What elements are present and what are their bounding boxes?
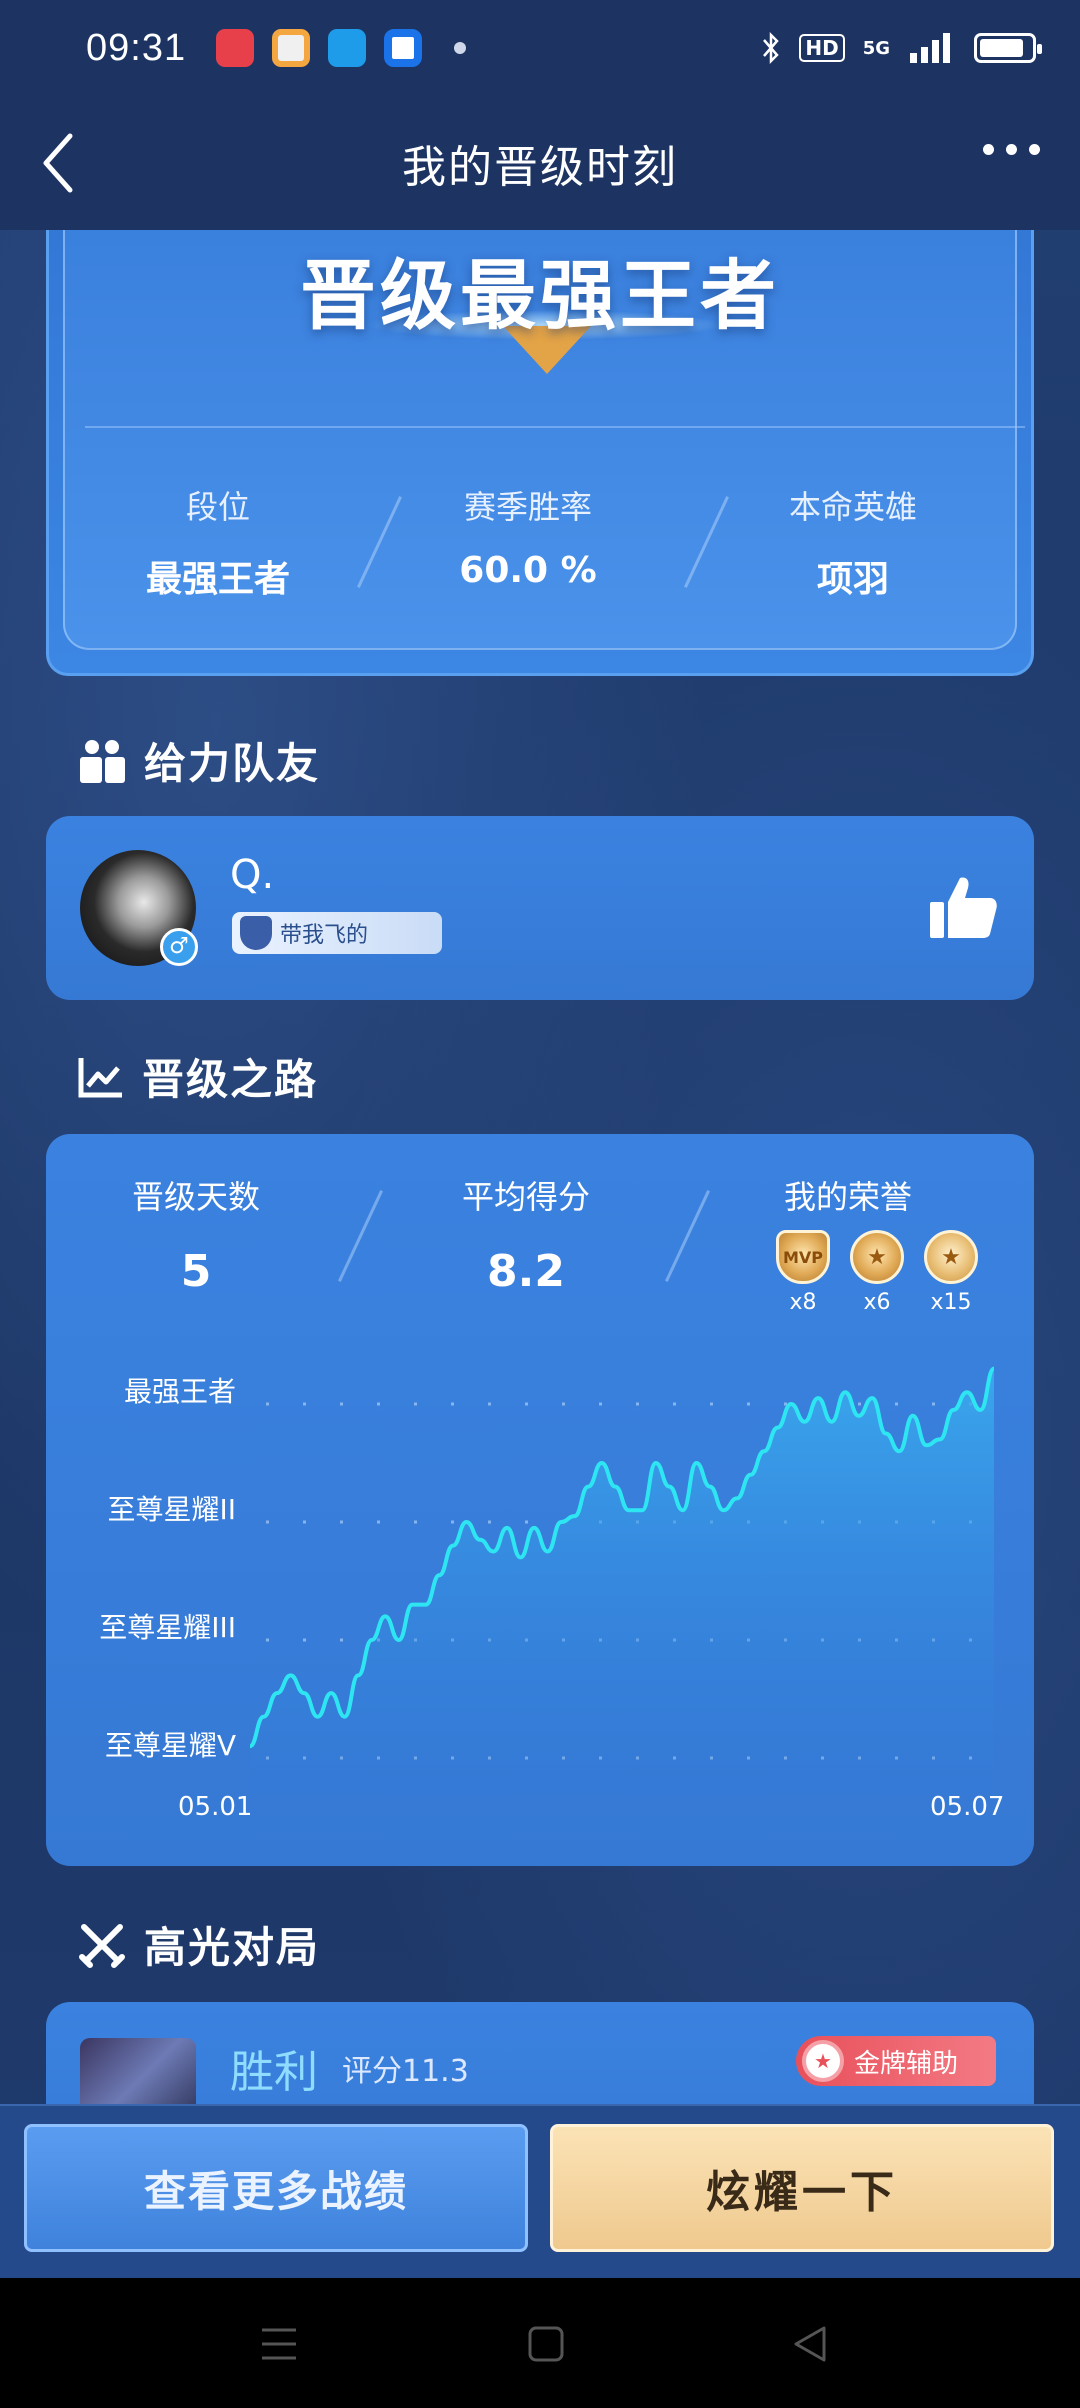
- stat-value: 60.0 %: [459, 550, 597, 591]
- view-more-records-button[interactable]: 查看更多战绩: [24, 2124, 528, 2252]
- stat-value: 5: [180, 1246, 212, 1297]
- back-triangle-icon[interactable]: [790, 2324, 830, 2364]
- show-off-button[interactable]: 炫耀一下: [550, 2124, 1054, 2252]
- stat-label: 段位: [185, 488, 250, 526]
- male-gender-icon: ♂: [160, 928, 198, 966]
- silver-medal-icon: ★: [924, 1230, 978, 1284]
- notification-icons: [216, 29, 467, 67]
- rank-progress-chart: 最强王者 至尊星耀II 至尊星耀III 至尊星耀V: [46, 1344, 1034, 1794]
- bluetooth-icon: [763, 31, 780, 65]
- trend-chart-icon: [78, 1057, 122, 1097]
- honor-medals: MVP x8 ★ x6 ★ x15: [774, 1230, 980, 1315]
- teammate-section-header: 给力队友: [78, 730, 320, 791]
- app-notification-icon: [216, 29, 255, 67]
- teammates-icon: [80, 739, 125, 783]
- award-badge: ★ 金牌辅助: [796, 2036, 996, 2086]
- shield-icon: [240, 916, 272, 950]
- gold-medal: ★ x6: [848, 1230, 906, 1315]
- stat-win-rate: 赛季胜率 60.0 %: [378, 482, 678, 591]
- section-title: 给力队友: [144, 739, 321, 788]
- medal-count: x6: [863, 1290, 891, 1315]
- stat-value: 8.2: [487, 1246, 565, 1297]
- page-title: 我的晋级时刻: [402, 142, 678, 193]
- status-bar: 09:31 HD 5G: [0, 0, 1080, 96]
- menu-icon[interactable]: [258, 2324, 300, 2364]
- stat-value: 最强王者: [145, 559, 290, 600]
- system-navigation-bar: [0, 2278, 1080, 2408]
- bottom-action-bar: 查看更多战绩 炫耀一下: [0, 2104, 1080, 2278]
- section-title: 高光对局: [144, 1923, 321, 1972]
- stat-honors: 我的荣誉: [698, 1172, 998, 1218]
- stat-label: 我的荣誉: [783, 1178, 912, 1216]
- stat-label: 赛季胜率: [463, 488, 592, 526]
- stat-label: 晋级天数: [131, 1178, 260, 1216]
- stat-label: 平均得分: [461, 1178, 590, 1216]
- stat-rank: 段位 最强王者: [68, 482, 368, 602]
- match-score: 评分11.3: [342, 2054, 469, 2089]
- stat-label: 本命英雄: [788, 488, 917, 526]
- x-axis-end-label: 05.07: [930, 1792, 1005, 1822]
- hd-badge: HD: [799, 34, 845, 62]
- gold-medal-icon: ★: [850, 1230, 904, 1284]
- stat-promotion-days: 晋级天数 5: [46, 1172, 346, 1297]
- network-type: 5G: [862, 37, 890, 59]
- home-icon[interactable]: [526, 2324, 566, 2364]
- crossed-swords-icon: [79, 1923, 125, 1968]
- back-arrow-icon[interactable]: [36, 130, 86, 196]
- medal-count: x8: [789, 1290, 817, 1315]
- signal-icon: [910, 33, 950, 63]
- status-time: 09:31: [86, 26, 187, 69]
- teammate-tag-label: 带我飞的: [280, 923, 369, 948]
- hero-card-frame: 晋级最强王者 段位 最强王者 赛季胜率 60.0 % 本命英雄 项羽: [63, 230, 1025, 650]
- mvp-medal: MVP x8: [774, 1230, 832, 1315]
- thumbs-up-icon[interactable]: [928, 872, 998, 942]
- stat-main-hero: 本命英雄 项羽: [703, 482, 1003, 602]
- progress-section-header: 晋级之路: [78, 1046, 318, 1107]
- mvp-medal-icon: MVP: [776, 1230, 830, 1284]
- hero-divider: [85, 426, 1025, 428]
- app-notification-icon: [272, 29, 311, 67]
- teammate-name: Q.: [230, 852, 275, 898]
- progress-card: 晋级天数 5 平均得分 8.2 我的荣誉 MVP x8 ★ x6 ★ x15 最…: [46, 1134, 1034, 1866]
- progress-line-chart: [249, 1366, 1006, 1794]
- more-options-icon[interactable]: [983, 144, 1040, 155]
- match-result: 胜利: [230, 2047, 318, 2098]
- section-title: 晋级之路: [142, 1055, 319, 1104]
- more-notifications-dot: [454, 42, 467, 54]
- highlight-section-header: 高光对局: [78, 1914, 320, 1975]
- battery-icon: [974, 33, 1042, 63]
- medal-count: x15: [930, 1290, 972, 1315]
- teammate-tag: 带我飞的: [232, 912, 442, 954]
- app-notification-icon: [328, 29, 367, 67]
- x-axis-start-label: 05.01: [178, 1792, 253, 1822]
- teammate-card[interactable]: ♂ Q. 带我飞的: [46, 816, 1034, 1000]
- promotion-title: 晋级最强王者: [300, 251, 780, 340]
- app-notification-icon: [384, 29, 423, 67]
- award-label: 金牌辅助: [854, 2048, 959, 2079]
- stat-average-score: 平均得分 8.2: [376, 1172, 676, 1297]
- silver-medal: ★ x15: [922, 1230, 980, 1315]
- star-medal-icon: ★: [802, 2040, 844, 2082]
- system-status-icons: HD 5G: [761, 31, 1042, 65]
- nav-bar: 我的晋级时刻: [0, 96, 1080, 230]
- stat-value: 项羽: [816, 559, 889, 600]
- promotion-hero-card: 晋级最强王者 段位 最强王者 赛季胜率 60.0 % 本命英雄 项羽: [46, 230, 1034, 676]
